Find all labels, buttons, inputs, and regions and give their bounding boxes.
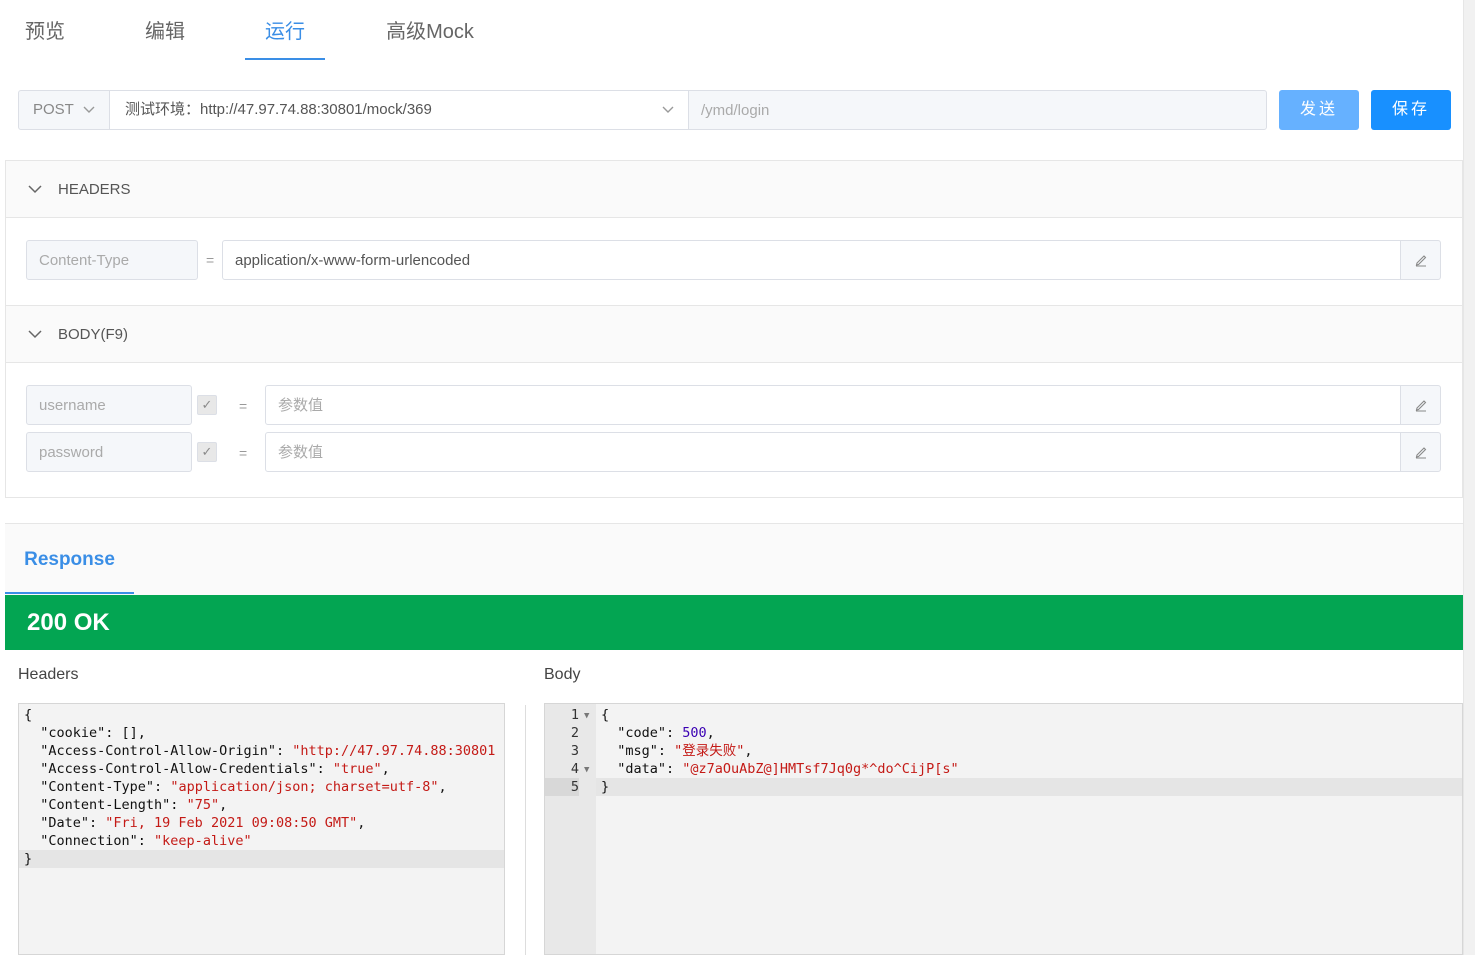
check-icon[interactable]: ✓ xyxy=(197,442,217,462)
chevron-down-icon xyxy=(83,91,95,144)
body-panel-header[interactable]: BODY(F9) xyxy=(6,306,1462,363)
page: 预览 编辑 运行 高级Mock POST 测试环境：http://47.97.7… xyxy=(0,0,1475,955)
headers-panel: HEADERS xyxy=(5,160,1463,306)
chevron-down-icon xyxy=(28,161,44,218)
environment-value: 测试环境：http://47.97.74.88:30801/mock/369 xyxy=(125,101,432,118)
response-body-label: Body xyxy=(544,666,581,683)
code-line: "Access-Control-Allow-Origin": "http://4… xyxy=(24,743,496,759)
path-input[interactable]: /ymd/login xyxy=(688,90,1267,130)
code-line: "Connection": "keep-alive" xyxy=(24,833,252,849)
equals-sign: = xyxy=(206,252,215,268)
equals-sign: = xyxy=(239,398,248,414)
divider xyxy=(525,705,526,955)
tab-run[interactable]: 运行 xyxy=(245,0,325,60)
body-key-password[interactable]: password xyxy=(26,432,192,472)
headers-panel-header[interactable]: HEADERS xyxy=(6,161,1462,218)
code-line: } xyxy=(19,850,504,868)
chevron-down-icon xyxy=(662,91,674,144)
fold-arrow-icon[interactable]: ▼ xyxy=(584,761,589,779)
headers-panel-title: HEADERS xyxy=(58,181,131,198)
code-line: } xyxy=(596,778,1462,796)
tab-edit[interactable]: 编辑 xyxy=(125,0,205,60)
tab-preview[interactable]: 预览 xyxy=(5,0,85,60)
response-body-viewer[interactable]: 1 ▼ 2 3 4 ▼ 5 { "code": 500, "msg": "登录失… xyxy=(544,703,1463,955)
save-button[interactable]: 保存 xyxy=(1371,90,1451,130)
pencil-icon[interactable] xyxy=(1400,432,1441,472)
body-code-lines: { "code": 500, "msg": "登录失败", "data": "@… xyxy=(596,706,1462,796)
response-headers-label: Headers xyxy=(18,666,79,683)
line-number: 5 xyxy=(545,778,579,796)
code-line: "msg": "登录失败", xyxy=(601,743,753,759)
code-line: { xyxy=(601,707,610,723)
line-gutter: 1 ▼ 2 3 4 ▼ 5 xyxy=(545,704,596,954)
header-key-input[interactable]: Content-Type xyxy=(26,240,198,280)
chevron-down-icon xyxy=(28,306,44,363)
line-number: 1 xyxy=(570,707,579,723)
code-line: "Content-Type": "application/json; chars… xyxy=(24,779,447,795)
pencil-icon[interactable] xyxy=(1400,240,1441,280)
body-key-username[interactable]: username xyxy=(26,385,192,425)
code-line: "cookie": [], xyxy=(24,725,146,741)
fold-arrow-icon[interactable]: ▼ xyxy=(584,707,589,725)
tab-response[interactable]: Response xyxy=(5,524,134,594)
line-number: 4 xyxy=(570,761,579,777)
response-headers-viewer[interactable]: { "cookie": [], "Access-Control-Allow-Or… xyxy=(18,703,505,955)
code-line: "Date": "Fri, 19 Feb 2021 09:08:50 GMT", xyxy=(24,815,366,831)
method-value: POST xyxy=(33,101,74,118)
scrollbar[interactable] xyxy=(1463,0,1475,955)
equals-sign: = xyxy=(239,445,248,461)
pencil-icon[interactable] xyxy=(1400,385,1441,425)
top-tabs: 预览 编辑 运行 高级Mock xyxy=(5,0,1463,62)
body-value-username[interactable]: 参数值 xyxy=(265,385,1401,425)
code-line: "code": 500, xyxy=(601,725,715,741)
line-number: 3 xyxy=(570,743,579,759)
code-line: "data": "@z7aOuAbZ@]HMTsf7Jq0g*^do^CijP[… xyxy=(601,761,959,777)
tab-advanced-mock[interactable]: 高级Mock xyxy=(375,0,485,60)
environment-select[interactable]: 测试环境：http://47.97.74.88:30801/mock/369 xyxy=(109,90,689,130)
body-value-password[interactable]: 参数值 xyxy=(265,432,1401,472)
header-value-input[interactable]: application/x-www-form-urlencoded xyxy=(222,240,1401,280)
code-line: "Access-Control-Allow-Credentials": "tru… xyxy=(24,761,390,777)
method-select[interactable]: POST xyxy=(18,90,110,130)
send-button[interactable]: 发送 xyxy=(1279,90,1359,130)
body-panel-title: BODY(F9) xyxy=(58,326,129,343)
code-line: { xyxy=(24,707,33,723)
check-icon[interactable]: ✓ xyxy=(197,395,217,415)
status-badge: 200 OK xyxy=(5,595,1463,650)
code-line: "Content-Length": "75", xyxy=(24,797,228,813)
line-number: 2 xyxy=(570,725,579,741)
